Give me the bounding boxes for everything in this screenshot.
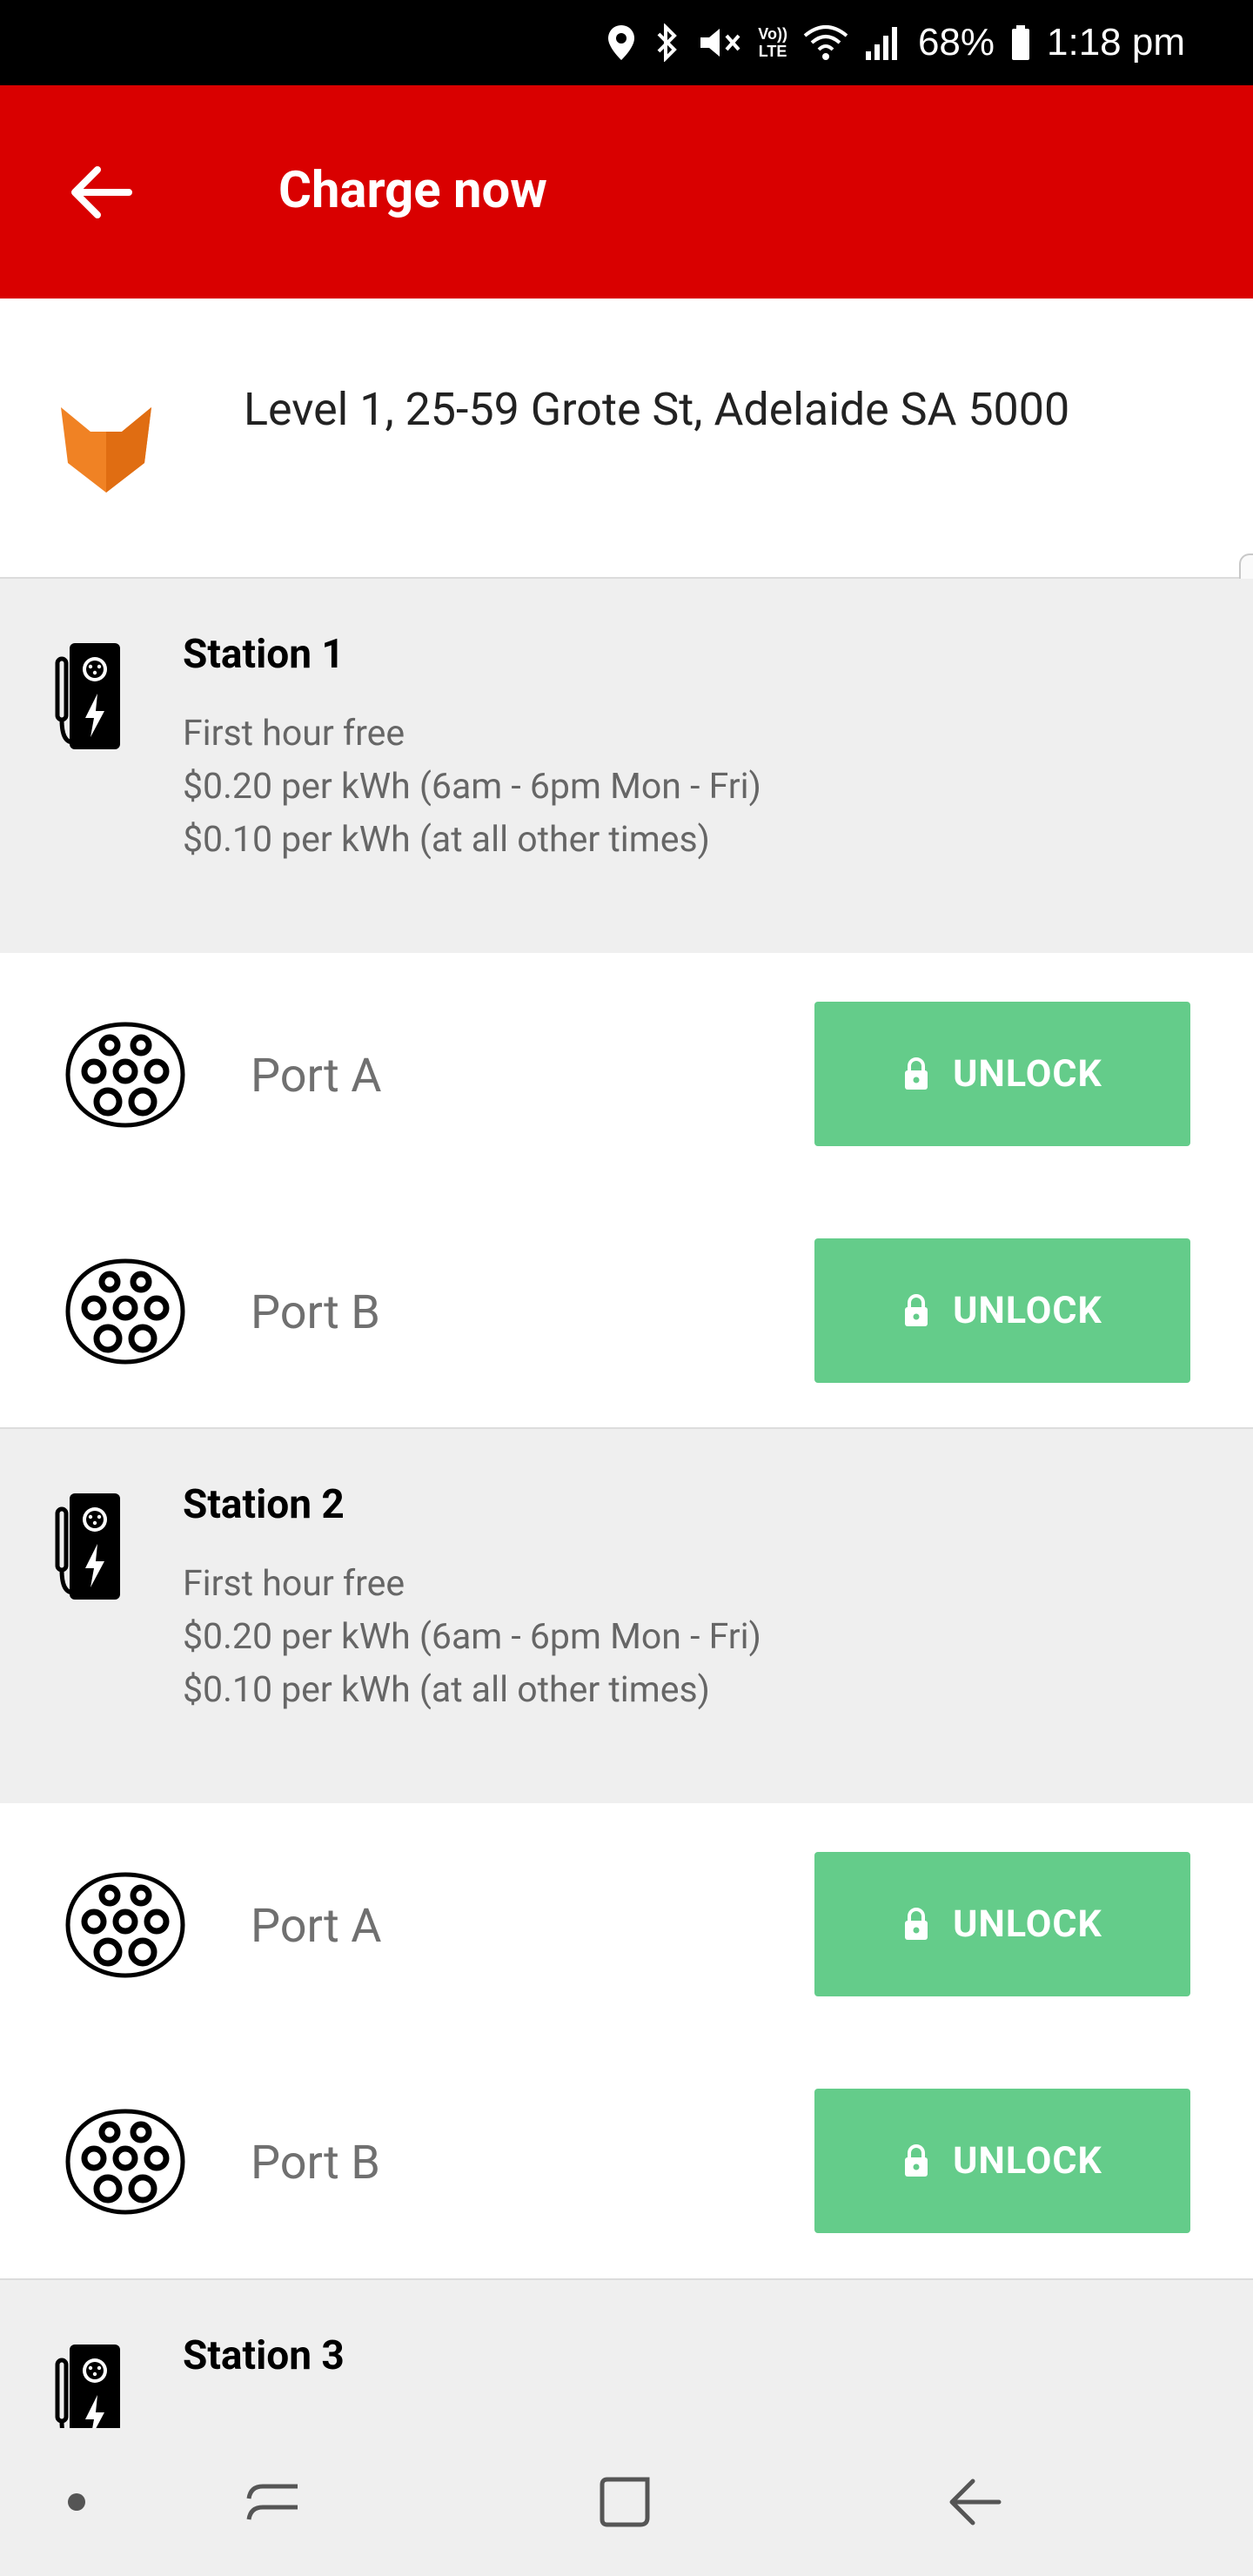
station-rates: First hour free $0.20 per kWh (6am - 6pm…: [183, 708, 761, 867]
location-header: Level 1, 25-59 Grote St, Adelaide SA 500…: [0, 299, 1253, 579]
battery-icon: [1010, 23, 1031, 62]
charging-station-icon: [54, 640, 124, 753]
rate-line: First hour free: [183, 713, 405, 755]
rate-line: $0.10 per kWh (at all other times): [183, 1669, 710, 1711]
port-row: Port A UNLOCK: [0, 953, 1253, 1190]
page-title: Charge now: [278, 161, 547, 220]
station-header: Station 3: [0, 2280, 1253, 2428]
home-icon: [600, 2477, 650, 2527]
rate-line: $0.20 per kWh (6am - 6pm Mon - Fri): [183, 1616, 761, 1658]
bluetooth-icon: [652, 23, 681, 62]
charging-station-icon: [54, 2341, 124, 2428]
fox-logo-icon: [57, 399, 155, 496]
station-header: Station 2 First hour free $0.20 per kWh …: [0, 1429, 1253, 1803]
location-icon: [606, 23, 636, 62]
app-bar: Charge now: [0, 85, 1253, 299]
port-row: Port A UNLOCK: [0, 1803, 1253, 2040]
status-bar: Vo)) LTE 68% 1:18 pm: [0, 0, 1253, 85]
station-name: Station 2: [183, 1481, 345, 1528]
signal-icon: [864, 23, 902, 62]
port-label: Port A: [251, 1049, 382, 1104]
rate-line: First hour free: [183, 1563, 405, 1605]
unlock-button[interactable]: UNLOCK: [814, 1852, 1190, 1996]
recent-apps-icon: [246, 2484, 298, 2520]
lock-icon: [902, 1057, 930, 1091]
station-name: Station 3: [183, 2332, 345, 2379]
ev-connector-icon: [64, 1871, 186, 1979]
unlock-button[interactable]: UNLOCK: [814, 1002, 1190, 1146]
dot-icon: [68, 2493, 85, 2511]
unlock-label: UNLOCK: [953, 2139, 1102, 2183]
navigation-bar: [0, 2428, 1253, 2576]
port-label: Port B: [251, 1285, 380, 1340]
recent-apps-button[interactable]: [238, 2467, 308, 2537]
unlock-label: UNLOCK: [953, 1902, 1102, 1946]
unlock-button[interactable]: UNLOCK: [814, 2089, 1190, 2233]
ev-connector-icon: [64, 2108, 186, 2216]
unlock-label: UNLOCK: [953, 1052, 1102, 1096]
mute-icon: [697, 23, 742, 62]
battery-percent: 68%: [917, 21, 995, 64]
port-label: Port A: [251, 1899, 382, 1954]
port-label: Port B: [251, 2136, 380, 2190]
volte-icon: Vo)) LTE: [758, 25, 787, 60]
location-address: Level 1, 25-59 Grote St, Adelaide SA 500…: [244, 383, 1070, 436]
station-name: Station 1: [183, 631, 345, 678]
nav-dot-indicator: [42, 2467, 111, 2537]
port-row: Port B UNLOCK: [0, 1190, 1253, 1426]
clock: 1:18 pm: [1047, 21, 1185, 64]
ev-connector-icon: [64, 1021, 186, 1129]
rate-line: $0.10 per kWh (at all other times): [183, 819, 710, 861]
port-row: Port B UNLOCK: [0, 2040, 1253, 2277]
lock-icon: [902, 1907, 930, 1942]
lock-icon: [902, 2143, 930, 2178]
unlock-button[interactable]: UNLOCK: [814, 1238, 1190, 1383]
back-nav-button[interactable]: [940, 2467, 1009, 2537]
arrow-left-icon: [71, 166, 132, 218]
back-button[interactable]: [61, 153, 139, 231]
ev-connector-icon: [64, 1258, 186, 1365]
station-header: Station 1 First hour free $0.20 per kWh …: [0, 579, 1253, 953]
station-rates: First hour free $0.20 per kWh (6am - 6pm…: [183, 1558, 761, 1717]
lock-icon: [902, 1293, 930, 1328]
wifi-icon: [803, 23, 848, 62]
rate-line: $0.20 per kWh (6am - 6pm Mon - Fri): [183, 766, 761, 808]
charging-station-icon: [54, 1490, 124, 1603]
unlock-label: UNLOCK: [953, 1289, 1102, 1332]
back-icon: [949, 2479, 1002, 2526]
home-button[interactable]: [590, 2467, 660, 2537]
